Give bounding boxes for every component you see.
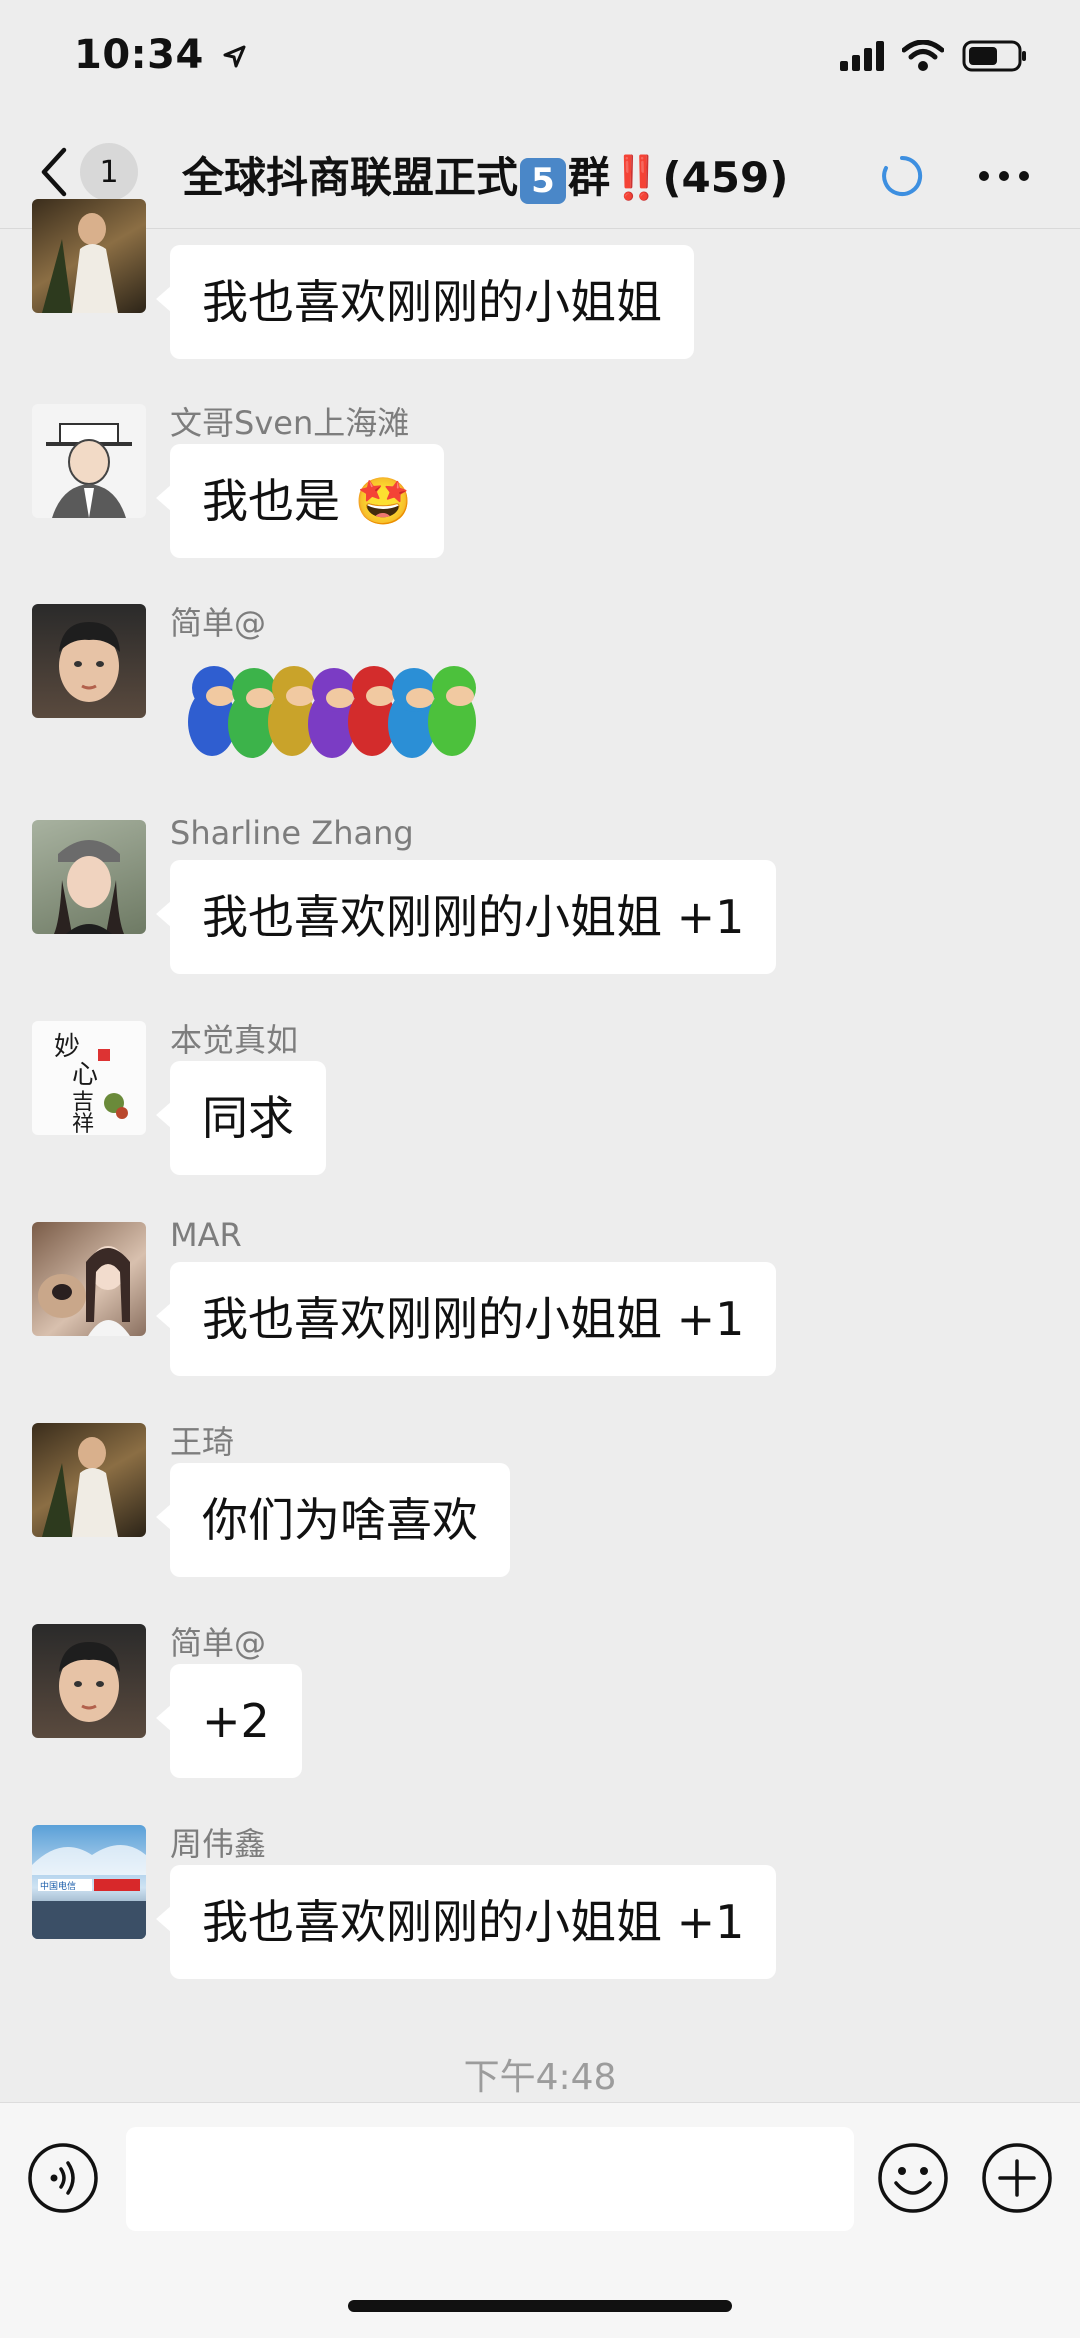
sender-name: MAR <box>170 1216 242 1254</box>
sender-name: 本觉真如 <box>170 1021 299 1059</box>
avatar[interactable] <box>32 404 146 518</box>
svg-text:中国电信: 中国电信 <box>40 1880 76 1892</box>
avatar[interactable] <box>32 1423 146 1537</box>
sender-name: 王琦 <box>170 1423 235 1461</box>
message-bubble[interactable]: 我也喜欢刚刚的小姐姐 <box>156 245 694 359</box>
sender-name: 文哥Sven上海滩 <box>170 404 410 442</box>
svg-text:心: 心 <box>72 1060 98 1090</box>
message-bubble[interactable]: 你们为啥喜欢 <box>156 1463 510 1577</box>
chat-title[interactable]: 全球抖商联盟正式 5 群‼️(459) <box>182 144 788 205</box>
avatar[interactable] <box>32 604 146 718</box>
avatar[interactable]: 妙 心 吉 祥 <box>32 1021 146 1135</box>
chevron-left-icon <box>41 147 67 197</box>
calligraphy-avatar-image: 妙 心 吉 祥 <box>54 1032 128 1135</box>
message-bubble[interactable]: 我也喜欢刚刚的小姐姐 +1 <box>155 1865 777 1979</box>
plus-icon[interactable] <box>980 2141 1054 2215</box>
status-time: 10:34 <box>74 32 248 78</box>
message-bubble[interactable]: 我也喜欢刚刚的小姐姐 +1 <box>155 1262 777 1376</box>
wifi-icon <box>902 40 944 71</box>
chat-header: 1 全球抖商联盟正式 5 群‼️(459) <box>0 118 1080 229</box>
emoji-icon[interactable] <box>876 2141 950 2215</box>
loading-spinner-icon <box>882 155 923 196</box>
message-input[interactable] <box>126 2127 854 2231</box>
home-indicator <box>348 2300 732 2312</box>
unread-count-badge: 1 <box>80 143 138 201</box>
sender-name: 简单@ <box>170 604 267 642</box>
sender-name: 周伟鑫 <box>170 1825 267 1863</box>
message-bubble[interactable]: 我也是 🤩 <box>156 444 444 558</box>
avatar[interactable] <box>32 1222 146 1336</box>
svg-text:妙: 妙 <box>54 1032 80 1062</box>
location-arrow-icon <box>223 45 246 68</box>
avatar[interactable] <box>32 199 146 313</box>
battery-icon <box>962 40 1026 72</box>
message-bubble[interactable]: 我也喜欢刚刚的小姐姐 +1 <box>155 860 777 974</box>
telecom-avatar-image: 中国电信 <box>32 1845 146 1939</box>
back-button[interactable]: 1 <box>38 142 158 202</box>
svg-text:祥: 祥 <box>72 1112 94 1135</box>
star-struck-emoji-icon: 🤩 <box>354 474 412 528</box>
status-bar: 10:34 <box>0 0 1080 118</box>
rainbow-dinosaurs-sticker[interactable] <box>180 648 510 772</box>
message-bubble[interactable]: 同求 <box>156 1061 326 1175</box>
message-timestamp: 下午4:48 <box>463 2057 617 2098</box>
voice-input-icon[interactable] <box>26 2141 100 2215</box>
dino-blue <box>188 666 236 756</box>
avatar[interactable] <box>32 820 146 934</box>
avatar[interactable] <box>32 1624 146 1738</box>
message-bubble[interactable]: +2 <box>156 1664 302 1778</box>
avatar[interactable]: 中国电信 <box>32 1825 146 1939</box>
sender-name: Sharline Zhang <box>170 814 414 852</box>
more-options-icon[interactable] <box>976 154 1032 198</box>
signal-icon <box>840 41 884 71</box>
sender-name: 简单@ <box>170 1624 267 1662</box>
